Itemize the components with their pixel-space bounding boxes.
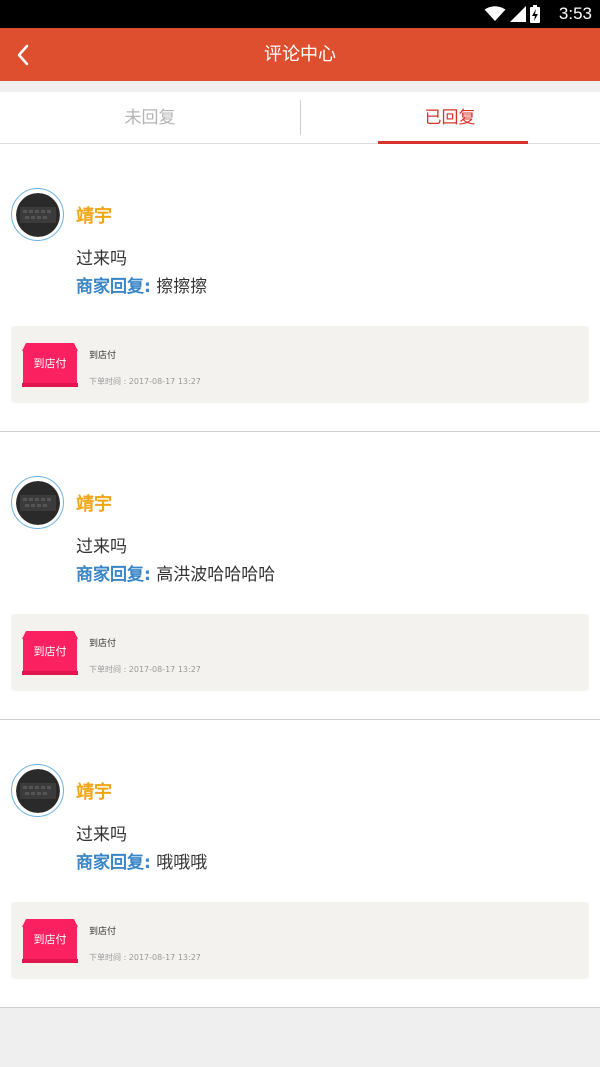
battery-icon xyxy=(530,5,540,23)
avatar[interactable] xyxy=(11,764,64,817)
order-name: 到店付 xyxy=(89,639,117,649)
store-icon: 到店付 xyxy=(22,919,78,963)
tab-unreplied[interactable]: 未回复 xyxy=(0,92,300,144)
reply-label: 商家回复: xyxy=(76,565,151,585)
store-icon: 到店付 xyxy=(22,343,78,387)
tab-bar: 未回复 已回复 xyxy=(0,92,600,144)
order-name: 到店付 xyxy=(89,927,117,937)
status-icons xyxy=(484,5,540,23)
username: 靖宇 xyxy=(76,782,112,803)
page-title: 评论中心 xyxy=(264,44,336,65)
store-badge-label: 到店付 xyxy=(33,933,67,946)
wifi-icon xyxy=(484,6,506,21)
comment-card: 靖宇 过来吗 商家回复: 擦擦擦 到店付 到店付 下单时间 : 2017-08-… xyxy=(0,144,600,432)
store-badge-label: 到店付 xyxy=(33,357,67,370)
avatar-image xyxy=(15,192,60,237)
comment-card: 靖宇 过来吗 商家回复: 高洪波哈哈哈哈 到店付 到店付 下单时间 : 2017… xyxy=(0,432,600,720)
status-time: 3:53 xyxy=(558,4,592,23)
reply-label: 商家回复: xyxy=(76,277,151,297)
reply-label: 商家回复: xyxy=(76,853,151,873)
avatar-image xyxy=(15,480,60,525)
comment-list: 靖宇 过来吗 商家回复: 擦擦擦 到店付 到店付 下单时间 : 2017-08-… xyxy=(0,144,600,1008)
username: 靖宇 xyxy=(76,206,112,227)
comment-content: 过来吗 xyxy=(76,825,127,845)
username: 靖宇 xyxy=(76,494,112,515)
order-info[interactable]: 到店付 到店付 下单时间 : 2017-08-17 13:27 xyxy=(11,614,589,691)
reply-text: 哦哦哦 xyxy=(156,853,208,873)
nav-bar: 评论中心 xyxy=(0,28,600,81)
status-bar: 3:53 xyxy=(0,0,600,28)
order-name: 到店付 xyxy=(89,351,117,361)
merchant-reply: 商家回复: 哦哦哦 xyxy=(76,848,207,873)
avatar[interactable] xyxy=(11,476,64,529)
order-info[interactable]: 到店付 到店付 下单时间 : 2017-08-17 13:27 xyxy=(11,902,589,979)
merchant-reply: 商家回复: 高洪波哈哈哈哈 xyxy=(76,560,275,585)
comment-content: 过来吗 xyxy=(76,537,127,557)
order-time: 下单时间 : 2017-08-17 13:27 xyxy=(89,377,201,386)
comment-card: 靖宇 过来吗 商家回复: 哦哦哦 到店付 到店付 下单时间 : 2017-08-… xyxy=(0,720,600,1008)
order-time: 下单时间 : 2017-08-17 13:27 xyxy=(89,665,201,674)
avatar-image xyxy=(15,768,60,813)
comment-content: 过来吗 xyxy=(76,249,127,269)
order-time: 下单时间 : 2017-08-17 13:27 xyxy=(89,953,201,962)
reply-text: 擦擦擦 xyxy=(156,277,208,297)
tab-replied[interactable]: 已回复 xyxy=(300,92,600,144)
reply-text: 高洪波哈哈哈哈 xyxy=(156,565,276,585)
avatar[interactable] xyxy=(11,188,64,241)
store-icon: 到店付 xyxy=(22,631,78,675)
order-info[interactable]: 到店付 到店付 下单时间 : 2017-08-17 13:27 xyxy=(11,326,589,403)
store-badge-label: 到店付 xyxy=(33,645,67,658)
merchant-reply: 商家回复: 擦擦擦 xyxy=(76,272,207,297)
signal-icon xyxy=(510,6,526,22)
